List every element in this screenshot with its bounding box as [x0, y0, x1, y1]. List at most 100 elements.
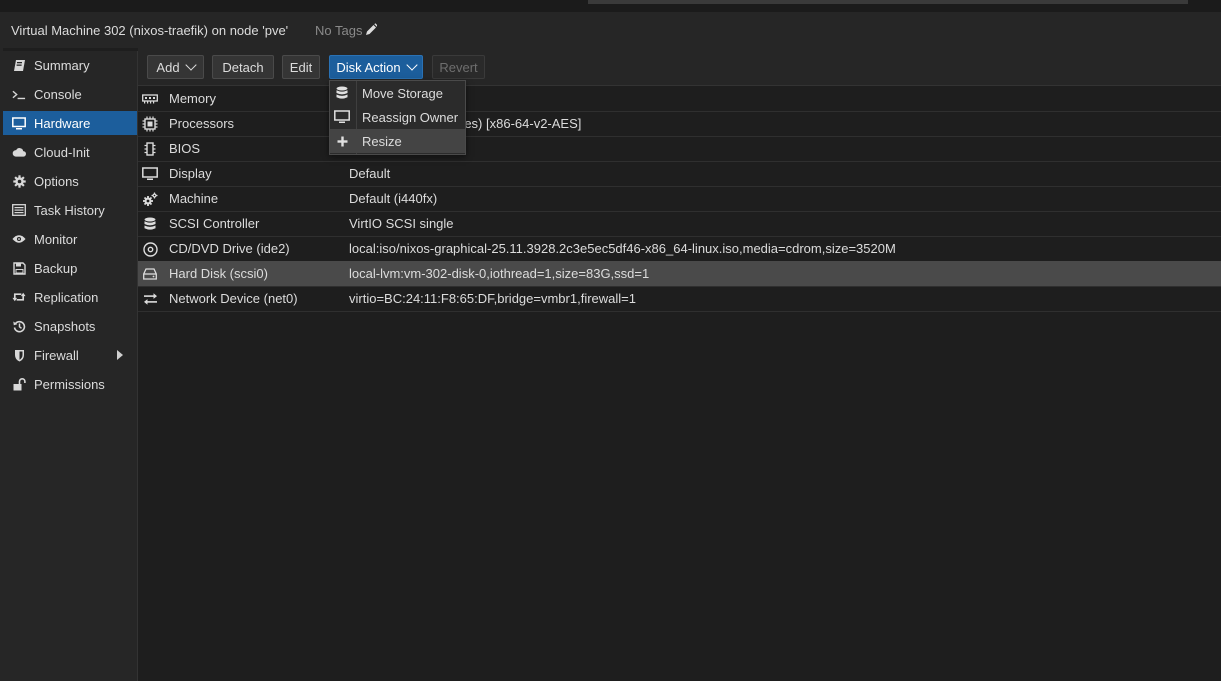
database-icon: [334, 85, 350, 101]
sidebar-item-label: Permissions: [34, 376, 105, 392]
disk-action-button[interactable]: Disk Action: [329, 55, 423, 79]
disk-action-button-label: Disk Action: [336, 59, 401, 75]
sidebar-item-label: Monitor: [34, 231, 78, 247]
chevron-down-icon: [405, 59, 418, 71]
hardware-panel: Add Detach Edit Disk Action Revert Memor…: [138, 48, 1221, 681]
hardware-toolbar: Add Detach Edit Disk Action Revert: [138, 48, 1221, 86]
desktop-icon: [334, 109, 350, 125]
hardware-name: Machine: [169, 191, 219, 206]
sidebar-item-label: Replication: [34, 289, 99, 305]
hardware-row-scsi-controller[interactable]: SCSI Controller VirtIO SCSI single: [138, 211, 1221, 237]
hardware-name: SCSI Controller: [169, 216, 260, 231]
hardware-name: Memory: [169, 91, 216, 106]
menu-item-move-storage[interactable]: Move Storage: [330, 81, 465, 105]
plus-icon: [334, 133, 350, 149]
hardware-row-bios[interactable]: BIOS: [138, 136, 1221, 162]
cdrom-icon: [142, 241, 158, 257]
hardware-name: Network Device (net0): [169, 291, 298, 306]
sidebar-item-hardware[interactable]: Hardware: [3, 111, 137, 135]
sidebar-item-options[interactable]: Options: [3, 169, 137, 193]
terminal-icon: [12, 87, 26, 101]
history-icon: [12, 319, 26, 333]
hardware-value: res) [x86-64-v2-AES]: [460, 116, 582, 131]
list-icon: [12, 203, 26, 217]
sidebar-item-console[interactable]: Console: [3, 82, 137, 106]
microchip-icon: [142, 141, 158, 157]
expand-arrow-icon[interactable]: [117, 350, 123, 360]
hardware-row-cd-dvd-drive[interactable]: CD/DVD Drive (ide2) local:iso/nixos-grap…: [138, 236, 1221, 262]
sidebar-item-task-history[interactable]: Task History: [3, 198, 137, 222]
hardware-value: Default (i440fx): [349, 191, 438, 206]
tags-label: No Tags: [315, 23, 363, 38]
sidebar-item-permissions[interactable]: Permissions: [3, 372, 137, 396]
menu-item-reassign-owner[interactable]: Reassign Owner: [330, 105, 465, 129]
retweet-icon: [12, 290, 26, 304]
hardware-name: Display: [169, 166, 212, 181]
database-icon: [142, 216, 158, 232]
book-icon: [12, 58, 26, 72]
hardware-row-hard-disk[interactable]: Hard Disk (scsi0) local-lvm:vm-302-disk-…: [138, 261, 1221, 287]
shield-icon: [12, 348, 26, 362]
disk-action-menu: Move Storage Reassign Owner Resize: [329, 80, 466, 155]
menu-item-label: Reassign Owner: [362, 110, 459, 125]
add-button-label: Add: [156, 59, 180, 75]
sidebar-item-firewall[interactable]: Firewall: [3, 343, 137, 367]
search-bar[interactable]: [588, 0, 1188, 4]
floppy-icon: [12, 261, 26, 275]
sidebar-item-replication[interactable]: Replication: [3, 285, 137, 309]
menu-item-label: Move Storage: [362, 86, 443, 101]
hardware-row-memory[interactable]: Memory: [138, 86, 1221, 112]
sidebar-item-monitor[interactable]: Monitor: [3, 227, 137, 251]
hardware-row-network-device[interactable]: Network Device (net0) virtio=BC:24:11:F8…: [138, 286, 1221, 312]
detach-button[interactable]: Detach: [212, 55, 274, 79]
vm-title-bar: Virtual Machine 302 (nixos-traefik) on n…: [0, 12, 1221, 48]
exchange-icon: [142, 291, 158, 307]
add-button[interactable]: Add: [147, 55, 204, 79]
menu-item-resize[interactable]: Resize: [330, 129, 465, 153]
edit-button[interactable]: Edit: [282, 55, 320, 79]
sidebar-item-label: Snapshots: [34, 318, 96, 334]
cogs-icon: [142, 191, 158, 207]
hardware-row-display[interactable]: Display Default: [138, 161, 1221, 187]
menu-item-label: Resize: [362, 134, 402, 149]
detach-button-label: Detach: [222, 59, 264, 75]
hardware-name: Hard Disk (scsi0): [169, 266, 268, 281]
hardware-value: VirtIO SCSI single: [349, 216, 454, 231]
desktop-icon: [142, 166, 158, 182]
hardware-name: BIOS: [169, 141, 201, 156]
cloud-icon: [12, 145, 26, 159]
hdd-icon: [142, 266, 158, 282]
edit-button-label: Edit: [289, 59, 313, 75]
monitor-icon: [12, 116, 26, 130]
sidebar-item-label: Backup: [34, 260, 78, 276]
hardware-row-processors[interactable]: Processors res) [x86-64-v2-AES]: [138, 111, 1221, 137]
hardware-name: CD/DVD Drive (ide2): [169, 241, 290, 256]
unlock-icon: [12, 377, 26, 391]
top-strip: [0, 0, 1221, 12]
hardware-value: local:iso/nixos-graphical-25.11.3928.2c3…: [349, 241, 896, 256]
sidebar-item-summary[interactable]: Summary: [3, 53, 137, 77]
sidebar-item-label: Hardware: [34, 115, 91, 131]
eye-icon: [12, 232, 26, 246]
hardware-name: Processors: [169, 116, 235, 131]
sidebar-item-label: Options: [34, 173, 79, 189]
cpu-icon: [142, 116, 158, 132]
sidebar-item-backup[interactable]: Backup: [3, 256, 137, 280]
hardware-value: virtio=BC:24:11:F8:65:DF,bridge=vmbr1,fi…: [349, 291, 636, 306]
sidebar-item-label: Task History: [34, 202, 105, 218]
sidebar-item-label: Cloud-Init: [34, 144, 90, 160]
revert-button[interactable]: Revert: [432, 55, 485, 79]
memory-icon: [142, 91, 158, 107]
sidebar-item-snapshots[interactable]: Snapshots: [3, 314, 137, 338]
sidebar-item-label: Console: [34, 86, 82, 102]
revert-button-label: Revert: [439, 59, 478, 75]
vm-sidebar: Summary Console Hardware Cloud-Init Opti…: [3, 51, 138, 681]
page-title: Virtual Machine 302 (nixos-traefik) on n…: [11, 23, 289, 38]
sidebar-item-cloud-init[interactable]: Cloud-Init: [3, 140, 137, 164]
gear-icon: [12, 174, 26, 188]
sidebar-item-label: Summary: [34, 57, 90, 73]
hardware-row-machine[interactable]: Machine Default (i440fx): [138, 186, 1221, 212]
chevron-down-icon: [184, 59, 197, 71]
pencil-icon[interactable]: [365, 22, 378, 36]
hardware-value: Default: [349, 166, 391, 181]
